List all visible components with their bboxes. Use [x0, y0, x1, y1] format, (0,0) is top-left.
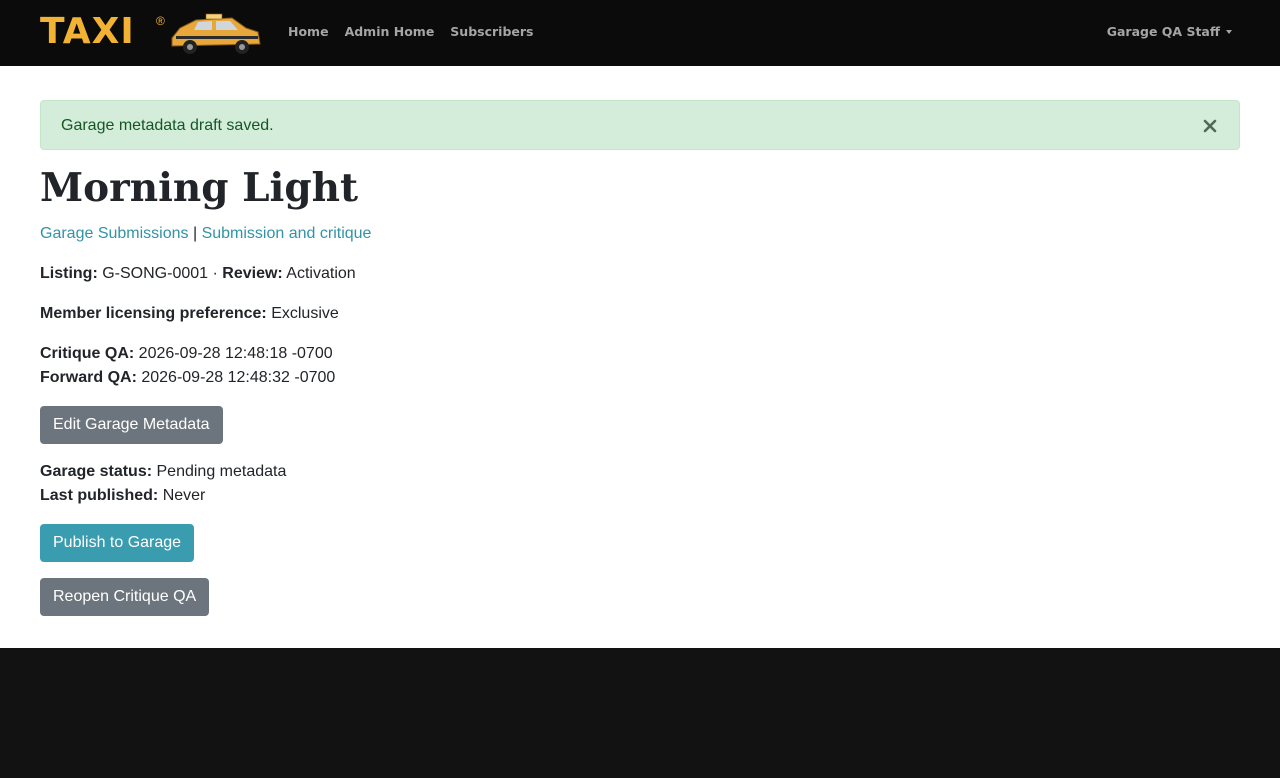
critique-qa-label: Critique QA: [40, 345, 135, 362]
forward-qa-label: Forward QA: [40, 369, 137, 386]
main-nav: Home Admin Home Subscribers [288, 24, 533, 39]
garage-status-value: Pending metadata [156, 463, 287, 480]
caret-down-icon [1226, 29, 1232, 34]
page-title: Morning Light [40, 165, 358, 211]
main-content: Garage metadata draft saved. Morning Lig… [0, 66, 1280, 648]
reopen-critique-qa-button[interactable]: Reopen Critique QA [40, 578, 210, 616]
listing-review-line: Listing: G-SONG-0001 · Review: Activatio… [40, 264, 356, 284]
licensing-label: Member licensing preference: [40, 305, 267, 322]
nav-subscribers-link[interactable]: Subscribers [450, 24, 533, 39]
last-published-line: Last published: Never [40, 486, 205, 506]
alert-message: Garage metadata draft saved. [61, 117, 274, 134]
top-navbar: TAXI ® Home Admin Home Subscribers Garag… [0, 0, 1280, 66]
last-published-value: Never [162, 487, 206, 504]
publish-to-garage-button[interactable]: Publish to Garage [40, 524, 195, 562]
forward-qa-line: Forward QA: 2026-09-28 12:48:32 -0700 [40, 368, 335, 388]
critique-qa-value: 2026-09-28 12:48:18 -0700 [138, 345, 333, 362]
listing-value: G-SONG-0001 [102, 265, 209, 282]
success-alert: Garage metadata draft saved. [40, 100, 1240, 150]
last-published-label: Last published: [40, 487, 159, 504]
taxi-logo[interactable]: TAXI ® [40, 8, 265, 58]
user-menu-dropdown[interactable]: Garage QA Staff [1107, 24, 1232, 39]
submission-critique-link[interactable]: Submission and critique [202, 225, 372, 242]
garage-status-line: Garage status: Pending metadata [40, 462, 286, 482]
taxi-car-icon [171, 13, 261, 54]
edit-garage-metadata-button[interactable]: Edit Garage Metadata [40, 406, 223, 444]
nav-admin-home-link[interactable]: Admin Home [345, 24, 435, 39]
dot-separator: · [212, 265, 218, 282]
breadcrumb: Garage Submissions | Submission and crit… [40, 225, 371, 243]
brand-text: TAXI [40, 11, 135, 52]
close-icon[interactable] [1201, 114, 1219, 136]
user-menu-label: Garage QA Staff [1106, 24, 1220, 39]
forward-qa-value: 2026-09-28 12:48:32 -0700 [141, 369, 336, 386]
page-footer [0, 648, 1280, 778]
listing-label: Listing: [40, 265, 98, 282]
critique-qa-line: Critique QA: 2026-09-28 12:48:18 -0700 [40, 344, 333, 364]
licensing-line: Member licensing preference: Exclusive [40, 304, 339, 324]
breadcrumb-separator: | [192, 225, 198, 242]
garage-status-label: Garage status: [40, 463, 153, 480]
review-value: Activation [286, 265, 356, 282]
review-label: Review: [222, 265, 283, 282]
garage-submissions-link[interactable]: Garage Submissions [40, 225, 189, 242]
brand-registered-mark: ® [156, 14, 165, 28]
nav-home-link[interactable]: Home [288, 24, 329, 39]
licensing-value: Exclusive [271, 305, 339, 322]
